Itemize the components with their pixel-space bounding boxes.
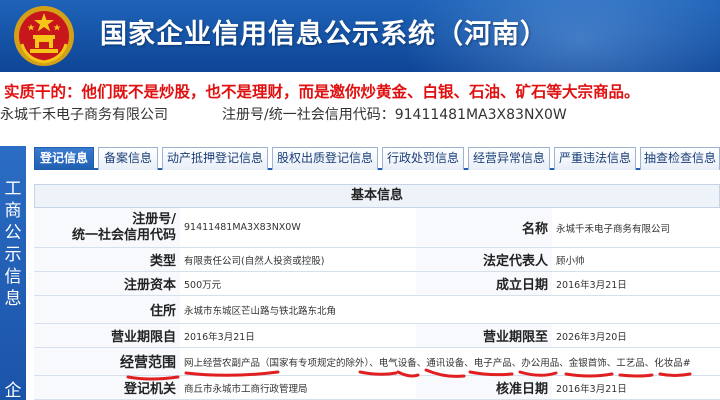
company-name: 永城千禾电子商务有限公司 — [0, 107, 168, 123]
table-row: 住所 永城市东城区芒山路与铁北路东北角 — [34, 296, 720, 324]
tab-equity-pledge[interactable]: 股权出质登记信息 — [272, 147, 378, 170]
address-label: 住所 — [34, 296, 180, 323]
scope-label: 经营范围 — [34, 348, 180, 375]
tab-registration[interactable]: 登记信息 — [34, 147, 94, 170]
table-row: 注册号/统一社会信用代码 91411481MA3X83NX0W 名称 永城千禾电… — [34, 208, 720, 248]
address-value: 永城市东城区芒山路与铁北路东北角 — [184, 305, 337, 317]
authority-value: 商丘市永城市工商行政管理局 — [184, 383, 308, 395]
national-emblem-icon — [14, 6, 74, 66]
founded-label: 成立日期 — [416, 272, 552, 295]
company-summary: 永城千禾电子商务有限公司 注册号/统一社会信用代码：91411481MA3X83… — [0, 104, 567, 124]
table-row: 注册资本 500万元 成立日期 2016年3月21日 — [34, 272, 720, 296]
reg-code-value: 91411481MA3X83NX0W — [184, 222, 301, 233]
basic-info-title: 基本信息 — [34, 184, 720, 208]
site-title: 国家企业信用信息公示系统（河南） — [100, 19, 548, 50]
table-row: 登记机关 商丘市永城市工商行政管理局 核准日期 2016年3月21日 — [34, 376, 720, 400]
authority-label: 登记机关 — [34, 376, 180, 399]
approval-value: 2016年3月21日 — [556, 383, 627, 395]
info-tabs: 登记信息 备案信息 动产抵押登记信息 股权出质登记信息 行政处罚信息 经营异常信… — [34, 146, 720, 170]
tab-penalty[interactable]: 行政处罚信息 — [382, 147, 464, 170]
site-header: 国家企业信用信息公示系统（河南） — [0, 0, 720, 72]
term-to-label: 营业期限至 — [416, 324, 552, 347]
side-nav-public-info[interactable]: 工商公示信息 企 — [0, 146, 26, 400]
capital-label: 注册资本 — [34, 272, 180, 295]
side-nav-label: 工商公示信息 — [4, 179, 22, 309]
reg-code-value: 91411481MA3X83NX0W — [394, 107, 567, 123]
reg-code-label-text: 注册号/统一社会信用代码 — [71, 211, 176, 243]
name-value: 永城千禾电子商务有限公司 — [556, 223, 671, 235]
table-row: 营业期限自 2016年3月21日 营业期限至 2026年3月20日 — [34, 324, 720, 348]
tab-filing[interactable]: 备案信息 — [98, 147, 158, 170]
table-row: 经营范围 网上经营农副产品（国家有专项规定的除外）、电气设备、通讯设备、电子产品… — [34, 348, 720, 376]
name-label: 名称 — [416, 208, 552, 247]
term-to-value: 2026年3月20日 — [556, 331, 627, 343]
scope-value: 网上经营农副产品（国家有专项规定的除外）、电气设备、通讯设备、电子产品、办公用品… — [184, 357, 691, 369]
company-reg-code: 注册号/统一社会信用代码：91411481MA3X83NX0W — [222, 104, 567, 124]
table-row: 类型 有限责任公司(自然人投资或控股) 法定代表人 顾小帅 — [34, 248, 720, 272]
tab-inspection[interactable]: 抽查检查信息 — [640, 147, 720, 170]
legal-rep-value: 顾小帅 — [556, 255, 585, 267]
reg-code-label: 注册号/统一社会信用代码： — [222, 107, 395, 123]
tab-chattel-mortgage[interactable]: 动产抵押登记信息 — [162, 147, 268, 170]
side-nav-next-label: 企 — [4, 381, 22, 400]
tab-serious-violation[interactable]: 严重违法信息 — [554, 147, 636, 170]
term-from-label: 营业期限自 — [34, 324, 180, 347]
capital-value: 500万元 — [184, 279, 222, 291]
approval-label: 核准日期 — [416, 376, 552, 399]
founded-value: 2016年3月21日 — [556, 279, 627, 291]
type-value: 有限责任公司(自然人投资或控股) — [184, 255, 325, 267]
legal-rep-label: 法定代表人 — [416, 248, 552, 271]
term-from-value: 2016年3月21日 — [184, 331, 255, 343]
tab-abnormal[interactable]: 经营异常信息 — [468, 147, 550, 170]
type-label: 类型 — [34, 248, 180, 271]
reg-code-label-cell: 注册号/统一社会信用代码 — [34, 208, 180, 247]
red-notice-text: 实质干的：他们既不是炒股，也不是理财，而是邀你炒黄金、白银、石油、矿石等大宗商品… — [4, 82, 640, 101]
